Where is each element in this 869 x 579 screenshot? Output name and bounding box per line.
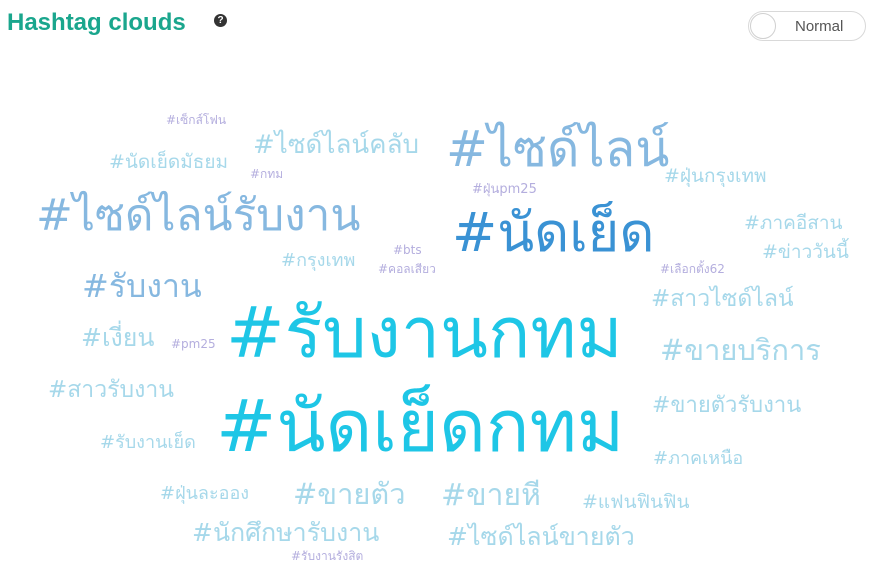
hashtag-word[interactable]: #นัดเย็ดมัธยม [109,153,228,172]
hashtag-word[interactable]: #ขายบริการ [660,336,821,365]
hashtag-word[interactable]: #ไซด์ไลน์ [446,124,669,174]
question-circle-icon[interactable]: ? [214,14,227,27]
hashtag-word[interactable]: #สาวไซด์ไลน์ [651,288,794,311]
hashtag-word[interactable]: #นักศึกษารับงาน [192,520,379,545]
mode-toggle[interactable]: Normal [748,11,866,41]
toggle-knob[interactable] [750,13,776,39]
hashtag-word[interactable]: #เงี่ยน [81,325,154,350]
hashtag-word[interactable]: #ไซด์ไลน์ขายตัว [447,524,635,549]
hashtag-word[interactable]: #รับงานเย็ด [100,434,196,452]
hashtag-word[interactable]: #ข่าววันนี้ [762,243,849,262]
hashtag-word[interactable]: #กทม [250,168,283,180]
hashtag-word[interactable]: #ฝุ่นกรุงเทพ [664,167,767,186]
hashtag-word[interactable]: #ฝุ่นละออง [160,485,249,503]
hashtag-word[interactable]: #ฝุ่นpm25 [472,183,537,196]
hashtag-word[interactable]: #นัดเย็ดกทม [216,390,624,462]
hashtag-word[interactable]: #กรุงเทพ [281,252,355,270]
hashtag-word[interactable]: #คอลเสียว [378,263,436,275]
hashtag-word[interactable]: #bts [393,244,422,256]
hashtag-word[interactable]: #เซ็กส์โฟน [166,114,226,126]
hashtag-word[interactable]: #ไซด์ไลน์รับงาน [36,194,360,238]
hashtag-word[interactable]: #ภาคอีสาน [744,214,843,233]
hashtag-word[interactable]: #ขายตัว [293,480,406,509]
hashtag-word[interactable]: #pm25 [171,338,216,350]
hashtag-word[interactable]: #รับงานกทม [226,298,623,368]
page-title: Hashtag clouds [7,9,186,36]
hashtag-word[interactable]: #สาวรับงาน [48,379,174,402]
hashtag-word[interactable]: #รับงานรังสิต [291,550,363,562]
hashtag-word[interactable]: #ภาคเหนือ [653,450,743,468]
hashtag-word[interactable]: #ขายหี [441,481,541,511]
hashtag-word[interactable]: #ไซด์ไลน์คลับ [253,132,419,158]
hashtag-word[interactable]: #นัดเย็ด [452,206,654,260]
hashtag-word[interactable]: #แฟนฟินฟิน [582,493,690,512]
hashtag-word[interactable]: #รับงาน [82,270,202,302]
hashtag-word[interactable]: #เลือกตั้ง62 [660,263,725,275]
toggle-label: Normal [795,18,844,35]
hashtag-word[interactable]: #ขายตัวรับงาน [652,395,801,417]
